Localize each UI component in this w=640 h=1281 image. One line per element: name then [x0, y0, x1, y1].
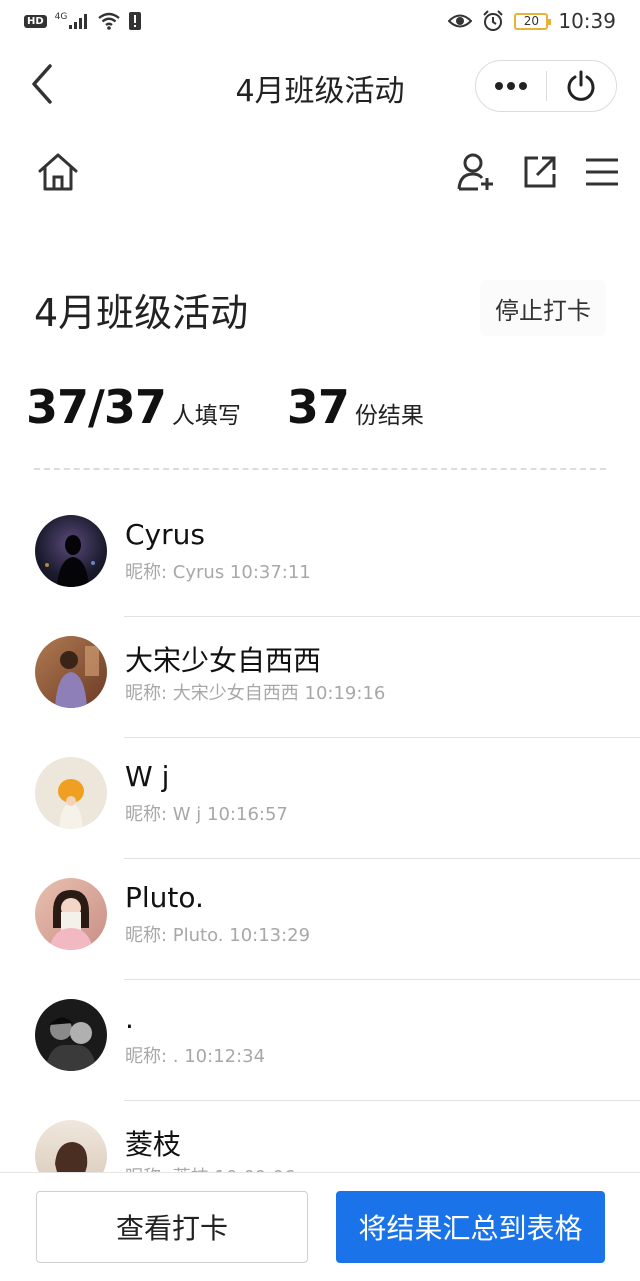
share-button[interactable] [516, 148, 564, 196]
hd-badge: HD [24, 14, 47, 28]
eye-comfort-icon [448, 14, 473, 28]
results-label: 份结果 [354, 403, 424, 429]
avatar [35, 636, 107, 708]
add-member-button[interactable] [452, 148, 500, 196]
signal-icon [69, 14, 88, 29]
dashed-divider [34, 468, 606, 470]
entry-name: Pluto. [125, 881, 204, 914]
stop-checkin-button[interactable]: 停止打卡 [480, 280, 606, 336]
nav-bar: 4月班级活动 [0, 48, 640, 124]
add-user-icon [457, 153, 493, 191]
list-item[interactable]: Pluto. 昵称: Pluto. 10:13:29 [0, 859, 640, 980]
bottom-action-bar: 查看打卡 将结果汇总到表格 [0, 1172, 640, 1281]
entry-detail: 昵称: Cyrus 10:37:11 [125, 562, 311, 583]
entry-name: Cyrus [125, 518, 205, 551]
entry-detail: 昵称: 大宋少女自西西 10:19:16 [125, 683, 386, 704]
filled-count: 37/37 [26, 380, 167, 434]
entry-name: . [125, 1002, 134, 1035]
list-item[interactable]: 大宋少女自西西 昵称: 大宋少女自西西 10:19:16 [0, 617, 640, 738]
avatar [35, 515, 107, 587]
avatar [35, 878, 107, 950]
list-item[interactable]: Cyrus 昵称: Cyrus 10:37:11 [0, 496, 640, 617]
page-title: 4月班级活动 [34, 291, 249, 335]
menu-button[interactable] [578, 148, 626, 196]
stats-summary: 37/37 人填写 37 份结果 [26, 380, 424, 436]
entry-name: W j [125, 760, 170, 793]
more-dots-icon [494, 82, 527, 90]
list-item[interactable]: W j 昵称: W j 10:16:57 [0, 738, 640, 859]
more-button[interactable] [476, 61, 546, 111]
share-icon [524, 156, 556, 188]
wifi-icon [98, 12, 121, 30]
results-count: 37 [286, 380, 350, 434]
list-item[interactable]: . 昵称: . 10:12:34 [0, 980, 640, 1101]
close-button[interactable] [547, 61, 617, 111]
battery-icon: 20 [514, 12, 552, 30]
toolbar [0, 140, 640, 204]
sim-alert-icon [129, 12, 142, 30]
status-bar: HD 4G 20 10:39 [0, 0, 640, 44]
alarm-icon [483, 10, 504, 31]
filled-label: 人填写 [171, 403, 241, 429]
entry-detail: 昵称: Pluto. 10:13:29 [125, 925, 311, 946]
entry-detail: 昵称: . 10:12:34 [125, 1046, 266, 1067]
home-button[interactable] [34, 148, 82, 196]
entry-list: Cyrus 昵称: Cyrus 10:37:11 大宋少女自西西 昵称: 大宋少… [0, 496, 640, 1222]
avatar [35, 757, 107, 829]
mini-program-capsule [475, 60, 617, 112]
home-icon [38, 153, 78, 191]
view-checkin-button[interactable]: 查看打卡 [36, 1191, 308, 1263]
entry-name: 大宋少女自西西 [125, 644, 322, 677]
network-type-label: 4G [54, 12, 68, 22]
menu-icon [586, 158, 618, 186]
avatar [35, 999, 107, 1071]
entry-detail: 昵称: W j 10:16:57 [125, 804, 288, 825]
power-icon [567, 70, 595, 101]
status-time: 10:39 [558, 9, 616, 33]
export-to-sheet-button[interactable]: 将结果汇总到表格 [336, 1191, 605, 1263]
entry-name: 菱枝 [125, 1128, 182, 1161]
